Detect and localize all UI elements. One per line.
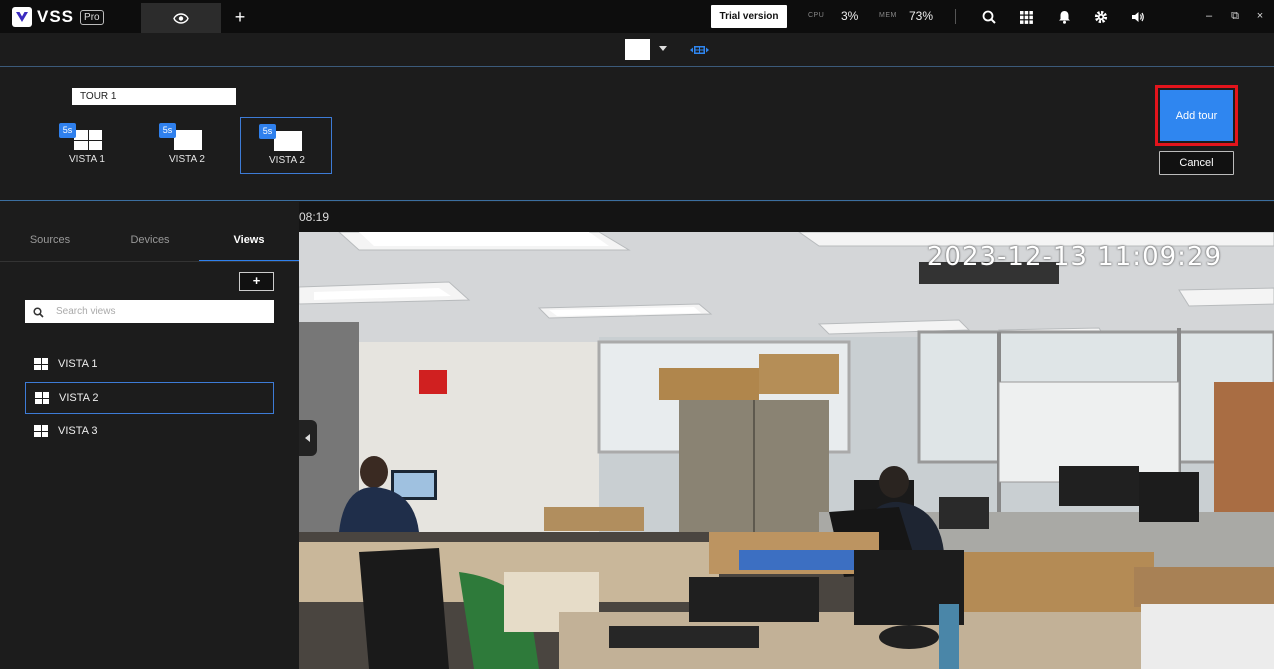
video-header: 08:19 — [299, 202, 1274, 232]
minimize-button[interactable]: – — [1202, 8, 1216, 24]
cpu-label: CPU — [808, 12, 825, 19]
add-tour-button[interactable]: Add tour — [1160, 90, 1233, 141]
chevron-left-icon — [305, 434, 310, 442]
cancel-button[interactable]: Cancel — [1159, 151, 1234, 175]
layout-select-button[interactable] — [625, 39, 650, 60]
layout-grid-icon — [74, 130, 102, 150]
search-icon — [33, 305, 44, 323]
view-item-label: VISTA 2 — [59, 392, 99, 404]
tab-devices[interactable]: Devices — [100, 228, 200, 262]
layout-single-icon — [174, 130, 202, 150]
dwell-time-badge[interactable]: 5s — [159, 123, 176, 138]
tour-step-3[interactable]: 5s VISTA 2 — [240, 117, 332, 174]
add-tab-button[interactable]: + — [230, 6, 250, 28]
logo-mark-icon — [12, 7, 32, 27]
tour-step-label: VISTA 2 — [169, 154, 205, 165]
view-item-vista-2[interactable]: VISTA 2 — [25, 382, 274, 414]
add-tour-highlight: Add tour — [1155, 85, 1238, 146]
search-box — [25, 300, 274, 323]
tour-name-field[interactable] — [72, 88, 236, 105]
close-button[interactable]: × — [1253, 8, 1267, 24]
layout-single-icon — [274, 131, 302, 151]
tour-step-label: VISTA 1 — [69, 154, 105, 165]
volume-icon[interactable] — [1129, 8, 1147, 26]
camera-video-feed[interactable]: 2023-12-13 11:09:29 — [299, 232, 1274, 669]
cpu-value: 3% — [841, 9, 859, 23]
top-divider — [955, 9, 956, 24]
mem-label: MEM — [879, 12, 897, 19]
view-layout-icon — [34, 425, 48, 437]
tour-icon[interactable] — [690, 43, 709, 61]
dwell-time-badge[interactable]: 5s — [259, 124, 276, 139]
tab-live-view[interactable] — [141, 3, 221, 33]
app-name: VSS — [37, 7, 75, 26]
tabs-divider — [0, 261, 299, 262]
tour-step-2[interactable]: 5s VISTA 2 — [141, 117, 233, 174]
chevron-down-icon[interactable] — [659, 46, 667, 51]
left-panel: Sources Devices Views + VISTA 1 VISTA 2 … — [0, 202, 299, 669]
tour-step-1[interactable]: 5s VISTA 1 — [41, 117, 133, 174]
view-item-label: VISTA 3 — [58, 425, 98, 437]
trial-version-button[interactable]: Trial version — [711, 5, 787, 28]
view-layout-icon — [35, 392, 49, 404]
add-view-button[interactable]: + — [239, 272, 274, 291]
eye-icon — [173, 12, 189, 24]
app-logo: VSS Pro — [12, 7, 104, 27]
dwell-time-badge[interactable]: 5s — [59, 123, 76, 138]
mem-value: 73% — [909, 9, 934, 23]
tour-step-label: VISTA 2 — [269, 155, 305, 166]
video-time: 08:19 — [299, 210, 330, 224]
osd-timestamp: 2023-12-13 11:09:29 — [926, 242, 1222, 272]
tour-editor: 5s VISTA 1 5s VISTA 2 5s VISTA 2 — [0, 68, 1274, 201]
gear-icon[interactable] — [1092, 8, 1110, 26]
view-layout-icon — [34, 358, 48, 370]
app-edition-badge: Pro — [80, 9, 104, 25]
view-item-vista-3[interactable]: VISTA 3 — [25, 415, 274, 447]
search-views-input[interactable] — [56, 303, 266, 320]
office-scene — [299, 232, 1274, 669]
layout-toolbar — [0, 33, 1274, 67]
view-item-label: VISTA 1 — [58, 358, 98, 370]
tab-views[interactable]: Views — [199, 228, 299, 262]
view-item-vista-1[interactable]: VISTA 1 — [25, 348, 274, 380]
restore-button[interactable]: ⧉ — [1228, 8, 1242, 24]
bell-icon[interactable] — [1055, 8, 1073, 26]
apps-grid-icon[interactable] — [1017, 8, 1035, 26]
top-bar: VSS Pro + Trial version CPU 3% MEM 73% –… — [0, 0, 1274, 33]
tab-sources[interactable]: Sources — [0, 228, 100, 262]
search-icon[interactable] — [980, 8, 998, 26]
collapse-panel-button[interactable] — [299, 420, 317, 456]
